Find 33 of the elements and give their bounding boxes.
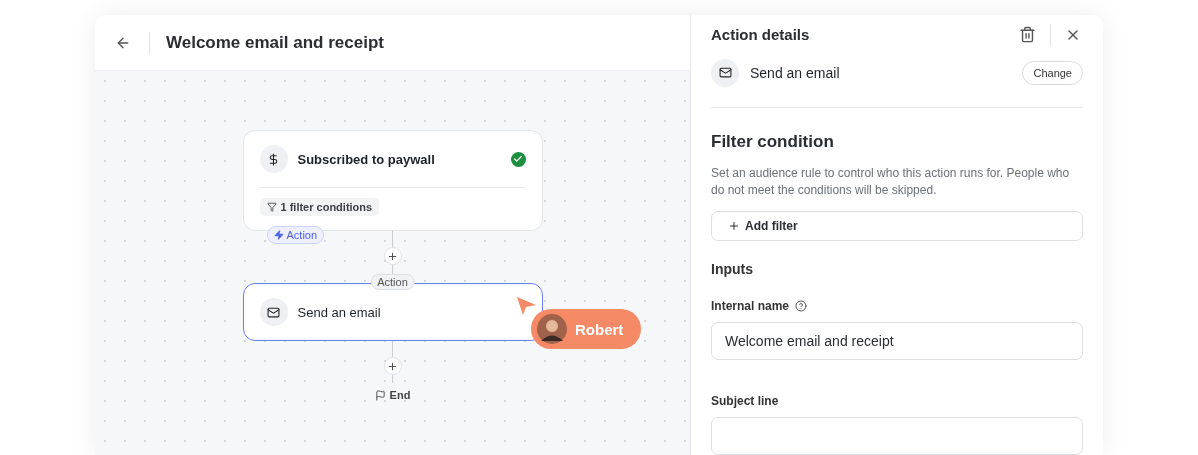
end-label: End (374, 389, 411, 401)
trigger-card[interactable]: Subscribed to paywall 1 filter conditions (242, 130, 543, 231)
plus-icon (387, 250, 398, 262)
input-field[interactable] (711, 417, 1083, 455)
step-title: Send an email (297, 304, 382, 320)
filter-icon (266, 202, 277, 212)
add-step-button[interactable] (383, 247, 402, 265)
dollar-icon (259, 145, 288, 173)
input-field[interactable]: Welcome email and receipt (711, 322, 1083, 360)
mail-icon (259, 298, 288, 326)
mail-icon (711, 58, 739, 87)
section-description: Set an audience rule to control who this action runs for. People who do not meet the conditions will be skipped. (711, 164, 1071, 199)
help-icon[interactable] (795, 300, 808, 312)
flag-icon (374, 389, 386, 401)
section-heading: Filter condition (711, 131, 835, 152)
action-title: Send an email (750, 64, 841, 81)
trigger-title: Subscribed to paywall (297, 151, 436, 167)
filter-chip[interactable]: 1 filter conditions (259, 198, 380, 216)
step-label: Action (370, 274, 415, 290)
panel-title: Action details (711, 26, 811, 44)
action-badge: Action (266, 226, 325, 244)
field-label: Subject line (711, 394, 779, 408)
add-step-button[interactable] (383, 357, 402, 375)
avatar-icon (537, 314, 567, 344)
cursor-icon (517, 297, 537, 315)
cursor-name: Robert (575, 320, 624, 338)
plus-icon (728, 219, 740, 232)
add-filter-button[interactable]: Add filter (711, 210, 1083, 241)
field-label: Internal name (711, 299, 790, 313)
plus-icon (387, 360, 398, 372)
page-title: Welcome email and receipt (166, 32, 384, 53)
change-button[interactable]: Change (1022, 60, 1083, 85)
section-heading: Inputs (711, 261, 754, 277)
